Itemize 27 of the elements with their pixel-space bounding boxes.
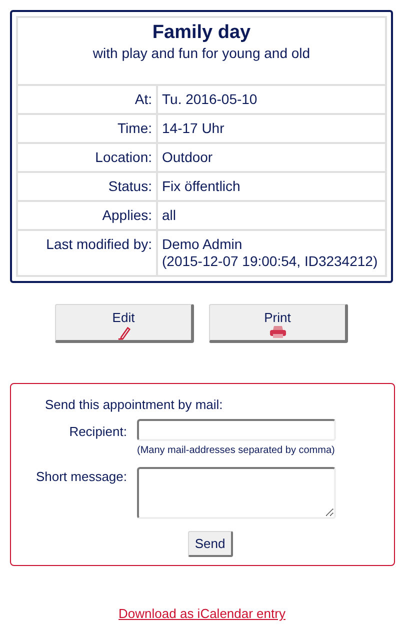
detail-value: Outdoor: [162, 149, 214, 166]
pencil-icon: [116, 325, 130, 340]
detail-label: Status:: [17, 172, 157, 201]
detail-value: Fix öffentlich: [162, 178, 242, 195]
detail-note: (2015-12-07 19:00:54, ID3234212): [162, 253, 379, 270]
detail-value: Tu. 2016-05-10: [162, 91, 258, 108]
event-subtitle: with play and fun for young and old: [92, 44, 312, 62]
message-label: Short message:: [34, 468, 128, 486]
event-title: Family day: [151, 22, 252, 44]
printer-icon: [268, 325, 286, 339]
recipient-field[interactable]: [137, 419, 336, 441]
detail-value: all: [162, 207, 178, 224]
action-button[interactable]: Print: [209, 304, 348, 343]
detail-label: Applies:: [17, 201, 157, 230]
download-link[interactable]: Download as iCalendar entry: [118, 604, 286, 624]
message-field[interactable]: [137, 467, 336, 519]
action-button[interactable]: Edit: [55, 304, 194, 343]
detail-value: 14-17 Uhr: [162, 120, 226, 137]
detail-label: Location:: [17, 143, 157, 172]
detail-label: Time:: [17, 114, 157, 143]
recipient-hint: (Many mail-addresses separated by comma): [137, 444, 336, 458]
detail-value: Demo Admin: [162, 236, 244, 253]
send-button[interactable]: Send: [188, 531, 234, 557]
recipient-label: Recipient:: [68, 423, 128, 441]
mail-form-heading: Send this appointment by mail:: [45, 397, 224, 413]
detail-label: At:: [17, 85, 157, 114]
detail-label: Last modified by:: [17, 230, 157, 276]
